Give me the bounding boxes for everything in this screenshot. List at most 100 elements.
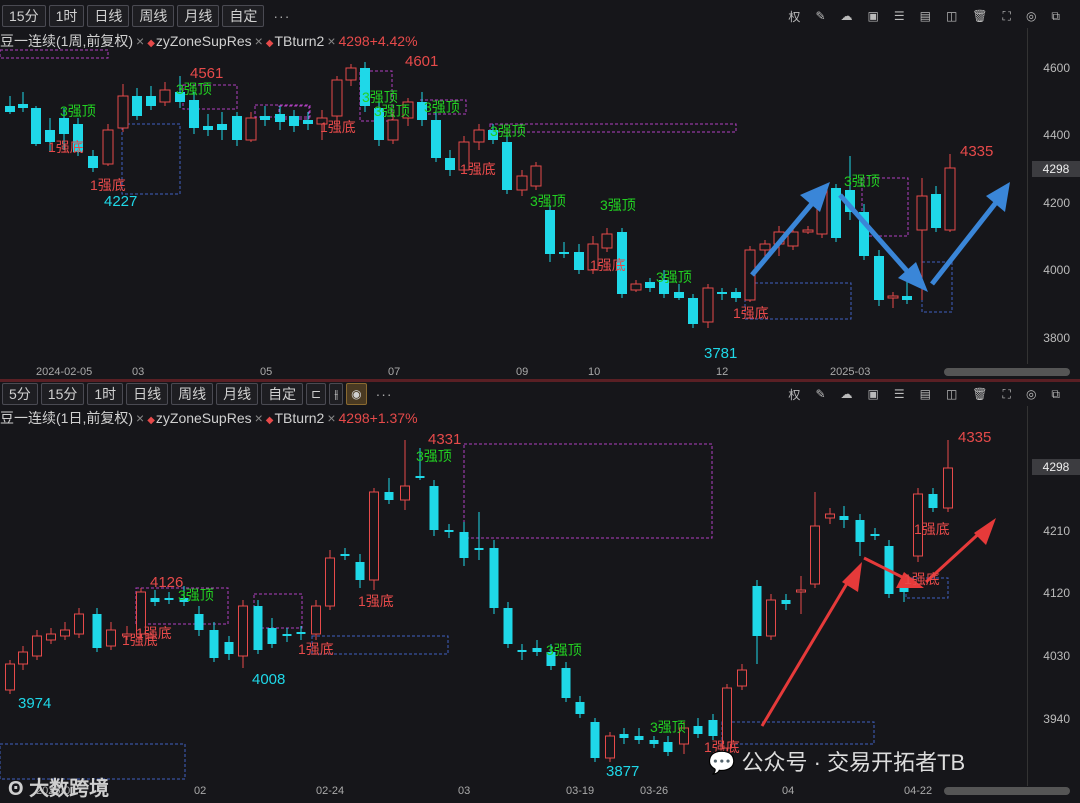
brand-watermark-text: 大数跨境 [29,778,110,800]
candlestick [106,622,116,650]
zone-box [463,443,713,539]
candlestick [870,528,880,540]
fullscreen-icon[interactable]: ⧉ [1051,9,1060,24]
candlestick [781,594,791,610]
candlestick [18,646,28,670]
candlestick [267,618,277,648]
candlestick [459,522,469,566]
candlestick [590,718,600,762]
candlestick [444,524,454,538]
price-tick: 4200 [1043,196,1070,210]
candlestick [825,508,835,524]
candlestick [429,480,439,536]
brand-watermark: ʘ 大数跨境 [8,772,109,801]
chart-label: 4008 [252,671,285,688]
time-tick: 03-26 [640,785,669,797]
candlestick [253,600,263,654]
price-tick: 4210 [1043,524,1070,538]
candlestick [634,728,644,744]
candlestick [46,628,56,644]
price-tick: 4600 [1043,61,1070,75]
chart-label: 3974 [18,695,51,712]
candlestick [766,594,776,640]
bottom-time-axis[interactable]: 2025-01 02 02-24 03 03-19 03-26 04 04-22 [0,784,1028,800]
candlestick [561,662,571,702]
candlestick [619,728,629,744]
candlestick [238,600,248,668]
candlestick [796,576,806,614]
candlestick [517,644,527,660]
chart-label: 3强顶 [650,719,686,735]
candlestick [839,506,849,528]
candlestick [693,718,703,738]
candlestick [503,602,513,648]
candlestick [369,488,379,590]
candlestick [340,548,350,560]
candlestick [60,622,70,640]
chart-label: 3强顶 [416,448,452,464]
wechat-watermark: 💬 公众号 · 交易开拓者TB [708,745,965,777]
time-tick: 04 [782,785,795,797]
candlestick [752,580,762,664]
candlestick [384,478,394,504]
candlestick [74,608,84,638]
chart-label: 3877 [606,763,639,780]
price-tick: 4000 [1043,263,1070,277]
wechat-icon: 💬 [708,750,736,775]
brand-logo-icon: ʘ [8,778,24,800]
time-tick: 02-24 [316,785,345,797]
price-tick: 4400 [1043,128,1070,142]
chart-label: 3强顶 [546,642,582,658]
candlestick [282,628,292,642]
chart-label: 3强顶 [178,587,214,603]
candlestick [575,696,585,718]
chart-label: 1强底 [298,641,334,657]
candlestick [605,732,615,762]
bottom-price-axis[interactable]: 4298 4210 4120 4030 3940 [1027,406,1080,786]
candlestick [928,488,938,512]
candlestick [708,714,718,740]
chart-label: 1强底 [904,571,940,587]
candlestick [325,550,335,610]
zone-box [721,721,875,745]
price-tick: 3940 [1043,712,1070,726]
time-tick: 03 [458,785,471,797]
candlestick [737,664,747,690]
candlestick [355,554,365,588]
current-price-tag: 4298 [1032,161,1080,177]
candlestick [663,736,673,756]
time-tick: 03-19 [566,785,595,797]
fullscreen-icon[interactable]: ⧉ [1051,387,1060,402]
top-price-axis[interactable]: 4600 4400 4298 4200 4000 3800 [1027,28,1080,364]
candlestick [32,630,42,660]
candlestick [489,540,499,614]
candlestick [311,600,321,640]
candlestick [474,512,484,560]
current-price-tag: 4298 [1032,459,1080,475]
chart-label: 1强底 [136,625,172,641]
candlestick [649,736,659,748]
candlestick [5,660,15,694]
time-tick: 02 [194,785,207,797]
candlestick [400,440,410,510]
candlestick [194,606,204,636]
candlestick [943,440,953,512]
bottom-candlestick-chart[interactable]: 4331412643354008397438773强顶3强顶3强顶3强顶1强底1… [0,0,1028,803]
candlestick [224,636,234,660]
candlestick [899,586,909,602]
candlestick [92,608,102,652]
wechat-watermark-text: 公众号 · 交易开拓者TB [741,750,966,775]
chart-label: 4335 [958,429,991,446]
time-tick: 04-22 [904,785,933,797]
bottom-scrollbar[interactable] [944,787,1070,795]
price-tick: 4030 [1043,649,1070,663]
candlestick [164,592,174,604]
price-tick: 4120 [1043,586,1070,600]
chart-label: 4331 [428,431,461,448]
candlestick [150,590,160,606]
candlestick [209,622,219,662]
candlestick [532,640,542,656]
candlestick [810,492,820,588]
price-tick: 3800 [1043,331,1070,345]
chart-label: 1强底 [358,593,394,609]
